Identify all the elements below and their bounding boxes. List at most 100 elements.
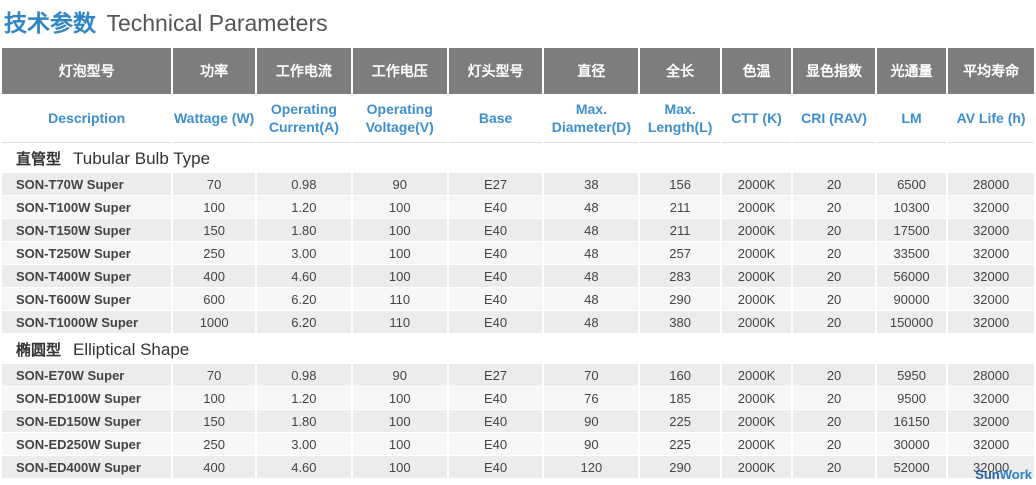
table-cell: 20	[793, 265, 875, 288]
model-cell: SON-T70W Super	[2, 173, 172, 196]
table-cell: 2000K	[721, 288, 792, 311]
table-row: SON-T100W Super 100 1.20 100 E40 48 211 2000K 20…	[2, 196, 1034, 219]
column-header-en: Max. Diameter(D)	[544, 94, 639, 143]
column-header-en: Wattage (W)	[173, 94, 255, 143]
table-row: SON-T1000W Super 1000 6.20 110 E40 48 380 2000K…	[2, 311, 1034, 334]
table-cell: 48	[544, 219, 639, 242]
table-body: 直管型 Tubular Bulb Type SON-T70W Super 70 0.98…	[2, 143, 1034, 479]
table-cell: 10300	[876, 196, 947, 219]
model-cell: SON-E70W Super	[2, 364, 172, 387]
model-cell: SON-ED400W Super	[2, 456, 172, 479]
table-cell: 120	[544, 456, 639, 479]
table-cell: 90	[544, 433, 639, 456]
table-cell: E27	[448, 173, 543, 196]
table-cell: E27	[448, 364, 543, 387]
table-cell: 32000	[948, 265, 1034, 288]
table-cell: 2000K	[721, 311, 792, 334]
table-cell: 28000	[948, 364, 1034, 387]
model-cell: SON-ED250W Super	[2, 433, 172, 456]
column-header-cn: 显色指数	[793, 48, 875, 94]
table-cell: 1.20	[256, 196, 351, 219]
table-cell: 32000	[948, 311, 1034, 334]
table-cell: 52000	[876, 456, 947, 479]
model-cell: SON-T400W Super	[2, 265, 172, 288]
table-cell: 2000K	[721, 219, 792, 242]
table-cell: 6.20	[256, 288, 351, 311]
table-cell: 70	[173, 173, 255, 196]
table-cell: 70	[544, 364, 639, 387]
table-cell: 225	[640, 410, 720, 433]
table-cell: 600	[173, 288, 255, 311]
table-cell: 6.20	[256, 311, 351, 334]
table-cell: 1.80	[256, 410, 351, 433]
brand-text-work: Work	[999, 467, 1032, 482]
table-cell: E40	[448, 219, 543, 242]
table-cell: 211	[640, 196, 720, 219]
table-row: SON-T600W Super 600 6.20 110 E40 48 290 2000K 20…	[2, 288, 1034, 311]
table-cell: 100	[352, 265, 447, 288]
column-header-cn: 全长	[640, 48, 720, 94]
table-cell: E40	[448, 196, 543, 219]
table-cell: 100	[352, 196, 447, 219]
brand-text-sun: Sun	[975, 467, 1000, 482]
table-cell: 100	[352, 433, 447, 456]
table-row: SON-ED100W Super 100 1.20 100 E40 76 185 2000K 2…	[2, 387, 1034, 410]
table-cell: 70	[173, 364, 255, 387]
table-cell: 1.20	[256, 387, 351, 410]
table-row: SON-E70W Super 70 0.98 90 E27 70 160 2000K 20 595…	[2, 364, 1034, 387]
table-cell: 20	[793, 456, 875, 479]
model-cell: SON-ED150W Super	[2, 410, 172, 433]
table-cell: 2000K	[721, 242, 792, 265]
table-cell: 400	[173, 265, 255, 288]
table-cell: 20	[793, 288, 875, 311]
page-title: 技术参数 Technical Parameters	[4, 6, 328, 40]
column-header-cn: 灯头型号	[448, 48, 543, 94]
table-cell: 20	[793, 196, 875, 219]
table-cell: 20	[793, 410, 875, 433]
table-cell: 32000	[948, 433, 1034, 456]
table-cell: 5950	[876, 364, 947, 387]
table-cell: E40	[448, 265, 543, 288]
table-row: SON-T70W Super 70 0.98 90 E27 38 156 2000K 20 650…	[2, 173, 1034, 196]
table-cell: 185	[640, 387, 720, 410]
table-cell: 100	[352, 242, 447, 265]
table-cell: 90000	[876, 288, 947, 311]
table-cell: 48	[544, 288, 639, 311]
column-header-cn: 色温	[721, 48, 792, 94]
model-cell: SON-T100W Super	[2, 196, 172, 219]
table-cell: 48	[544, 196, 639, 219]
table-cell: 100	[352, 410, 447, 433]
table-cell: 90	[544, 410, 639, 433]
table-cell: 20	[793, 387, 875, 410]
section-heading-row: 直管型 Tubular Bulb Type	[2, 143, 1034, 173]
column-header-cn: 光通量	[876, 48, 947, 94]
table-cell: 1.80	[256, 219, 351, 242]
table-cell: 100	[173, 196, 255, 219]
table-cell: 150000	[876, 311, 947, 334]
column-header-cn: 工作电流	[256, 48, 351, 94]
table-cell: 38	[544, 173, 639, 196]
table-cell: 4.60	[256, 456, 351, 479]
title-chinese: 技术参数	[4, 11, 96, 37]
table-cell: 28000	[948, 173, 1034, 196]
title-english: Technical Parameters	[106, 10, 328, 36]
table-cell: 32000	[948, 387, 1034, 410]
table-cell: 3.00	[256, 242, 351, 265]
column-header-en: CTT (K)	[721, 94, 792, 143]
section-title-en: Tubular Bulb Type	[73, 148, 211, 168]
column-header-en: AV Life (h)	[948, 94, 1034, 143]
column-header-en: Operating Current(A)	[256, 94, 351, 143]
table-cell: 100	[352, 387, 447, 410]
header-row-english: Description Wattage (W) Operating Current(…	[2, 94, 1034, 143]
table-cell: 156	[640, 173, 720, 196]
table-cell: 160	[640, 364, 720, 387]
column-header-en: Base	[448, 94, 543, 143]
column-header-en: Max. Length(L)	[640, 94, 720, 143]
table-cell: E40	[448, 242, 543, 265]
table-cell: 380	[640, 311, 720, 334]
section-title-en: Elliptical Shape	[73, 339, 190, 359]
table-cell: 2000K	[721, 364, 792, 387]
table-cell: 150	[173, 410, 255, 433]
table-cell: E40	[448, 456, 543, 479]
column-header-cn: 直径	[544, 48, 639, 94]
